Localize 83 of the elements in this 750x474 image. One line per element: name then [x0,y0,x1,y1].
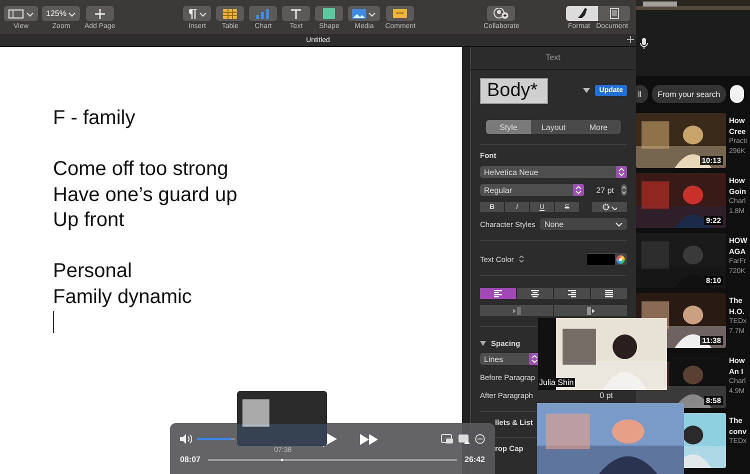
participant-name: Julia Shin [538,378,575,387]
typeface-popup[interactable]: Regular [480,184,584,196]
microphone-icon[interactable] [640,38,648,48]
chevron-icon [611,204,617,210]
stepper-icon [573,184,584,196]
document-tab[interactable] [598,6,630,21]
align-justify-button[interactable] [591,288,627,299]
more-icon[interactable] [475,434,485,444]
segment-tab[interactable]: More [576,120,621,134]
document-text: Up front [53,208,126,233]
view-button[interactable] [4,6,38,21]
paragraph-icon [188,8,197,18]
chevron-icon [368,10,376,16]
gear-icon [602,203,610,211]
person-plus-icon [493,8,510,19]
character-style-popup[interactable]: None [540,218,627,230]
align-icon [605,290,613,298]
format-tab[interactable] [566,6,598,21]
options-menu[interactable] [592,202,627,212]
table-icon [223,8,238,18]
size-field[interactable]: 27 pt [594,184,616,196]
zoom-menu[interactable]: 125% [42,6,80,21]
screen-share-icon[interactable] [458,434,470,444]
plus-icon[interactable] [627,36,634,43]
fast-forward-icon[interactable] [360,434,378,444]
disclosure-button[interactable] [480,340,486,346]
outdent-icon [512,306,520,314]
chevron-icon [26,10,34,16]
picture-in-picture-icon[interactable] [441,434,453,444]
table-button[interactable] [216,6,244,21]
bar-chart-icon [256,8,270,18]
comment-button[interactable] [386,6,414,21]
outdent-button[interactable] [480,305,553,316]
image-icon [352,8,366,18]
align-icon [531,290,539,298]
chevron-icon [615,221,623,227]
paragraph-style-preview[interactable]: Body* [480,78,548,104]
chevron-icon [68,10,76,16]
stepper-icon[interactable] [621,184,627,196]
add-button[interactable] [86,6,114,21]
elapsed-time: 08:07 [180,455,200,464]
document-text: Family dynamic [53,284,193,310]
filter-chip[interactable] [730,85,744,103]
chevron-icon [198,10,207,16]
document-text: Come off too strong [53,157,230,182]
font-popup[interactable]: Helvetica Neue [480,166,627,178]
view-icon [8,8,24,18]
volume-icon[interactable] [180,434,192,444]
triangle-icon[interactable] [583,88,590,93]
line-spacing-popup[interactable]: Lines [480,353,540,365]
indent-button[interactable] [554,305,627,316]
align-center-button[interactable] [517,288,553,299]
indent-icon [586,306,594,314]
color-well[interactable] [587,253,627,265]
total-time: 26:42 [464,455,485,464]
value-field[interactable]: 0 pt [598,390,615,401]
document-text: Personal [53,259,133,284]
color-wheel-icon [616,254,625,264]
document-icon [610,8,618,19]
align-right-button[interactable] [554,288,590,299]
document-text: F - family [53,106,136,131]
plus-icon [94,8,105,18]
filter-chip[interactable]: From your search [652,85,726,103]
stepper-icon [616,166,627,178]
align-left-button[interactable] [480,288,516,299]
document-text: Have one’s guard up [53,182,238,208]
triangle-down-icon [480,340,486,346]
shape-button[interactable] [315,6,344,21]
align-icon [494,290,502,298]
media-button[interactable] [348,6,380,21]
collaborate-button[interactable] [487,6,516,21]
segment-tab[interactable]: Layout [531,120,576,134]
text-button[interactable] [282,6,310,21]
updown-icon [518,255,524,263]
text-cursor [53,310,54,332]
filter-chip[interactable]: ll [636,85,648,103]
paintbrush-icon [576,8,588,19]
text-icon [291,8,302,18]
insert-button[interactable] [183,6,212,21]
square-icon [323,8,336,19]
comment-icon [393,8,408,18]
align-icon [568,290,576,298]
chart-button[interactable] [249,6,278,21]
